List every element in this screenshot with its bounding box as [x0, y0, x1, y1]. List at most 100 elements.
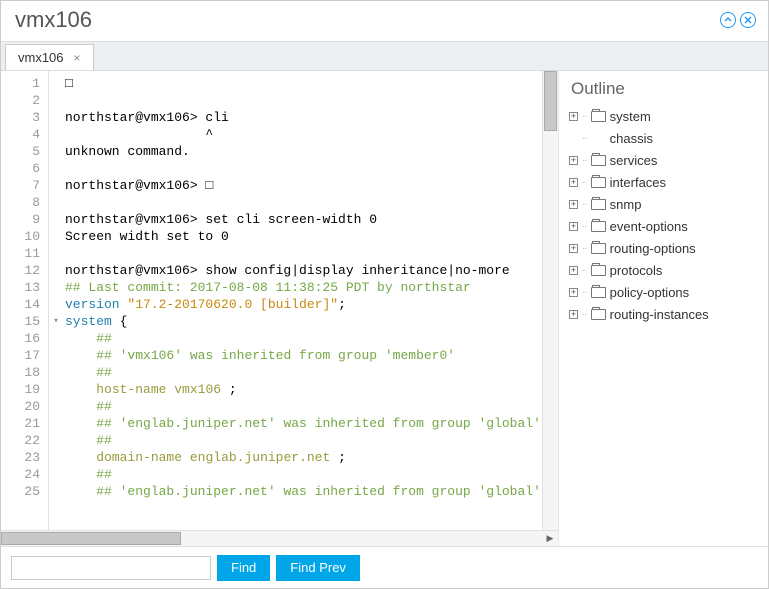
fold-marker: [49, 177, 63, 194]
code-line[interactable]: host-name vmx106 ;: [65, 381, 542, 398]
outline-item-system[interactable]: +··system: [569, 105, 760, 127]
fold-marker: [49, 143, 63, 160]
outline-item-chassis[interactable]: +··chassis: [569, 127, 760, 149]
fold-marker: [49, 398, 63, 415]
code-line[interactable]: version "17.2-20170620.0 [builder]";: [65, 296, 542, 313]
code-line[interactable]: ##: [65, 330, 542, 347]
code-line[interactable]: [65, 245, 542, 262]
outline-item-label: policy-options: [610, 285, 690, 300]
tree-connector: ··: [582, 221, 587, 232]
line-number: 17: [1, 347, 40, 364]
code-line[interactable]: ##: [65, 364, 542, 381]
fold-marker: [49, 364, 63, 381]
line-number: 19: [1, 381, 40, 398]
code-line[interactable]: [65, 160, 542, 177]
code-line[interactable]: northstar@vmx106> □: [65, 177, 542, 194]
expand-icon[interactable]: +: [569, 178, 578, 187]
tab-vmx106[interactable]: vmx106 ×: [5, 44, 94, 70]
code-line[interactable]: northstar@vmx106> cli: [65, 109, 542, 126]
expand-icon[interactable]: +: [569, 222, 578, 231]
vertical-scrollbar[interactable]: [542, 71, 558, 530]
folder-icon: [591, 155, 606, 166]
code-line[interactable]: □: [65, 75, 542, 92]
horizontal-scrollbar[interactable]: ▶: [1, 530, 558, 546]
fold-marker: [49, 211, 63, 228]
fold-marker: [49, 75, 63, 92]
scroll-right-icon[interactable]: ▶: [542, 531, 558, 546]
fold-marker: [49, 296, 63, 313]
code-line[interactable]: domain-name englab.juniper.net ;: [65, 449, 542, 466]
outline-title: Outline: [569, 77, 760, 105]
close-icon[interactable]: [740, 12, 756, 28]
expand-icon[interactable]: +: [569, 112, 578, 121]
line-number: 2: [1, 92, 40, 109]
code-line[interactable]: northstar@vmx106> show config|display in…: [65, 262, 542, 279]
outline-item-routing-options[interactable]: +··routing-options: [569, 237, 760, 259]
line-number: 10: [1, 228, 40, 245]
find-button[interactable]: Find: [217, 555, 270, 581]
expand-icon[interactable]: +: [569, 200, 578, 209]
line-number: 23: [1, 449, 40, 466]
folder-icon: [591, 177, 606, 188]
outline-item-protocols[interactable]: +··protocols: [569, 259, 760, 281]
fold-marker: [49, 228, 63, 245]
code-line[interactable]: Screen width set to 0: [65, 228, 542, 245]
code-line[interactable]: unknown command.: [65, 143, 542, 160]
code-line[interactable]: ##: [65, 466, 542, 483]
fold-marker: [49, 245, 63, 262]
horizontal-scrollbar-thumb[interactable]: [1, 532, 181, 545]
code-line[interactable]: system {: [65, 313, 542, 330]
folder-icon: [591, 287, 606, 298]
expand-icon[interactable]: +: [569, 244, 578, 253]
code-line[interactable]: ##: [65, 398, 542, 415]
line-number: 9: [1, 211, 40, 228]
expand-icon[interactable]: +: [569, 288, 578, 297]
tree-connector: ··: [582, 177, 587, 188]
find-prev-button[interactable]: Find Prev: [276, 555, 360, 581]
outline-item-interfaces[interactable]: +··interfaces: [569, 171, 760, 193]
code-content[interactable]: □ northstar@vmx106> cli ^unknown command.…: [63, 71, 542, 530]
code-line[interactable]: northstar@vmx106> set cli screen-width 0: [65, 211, 542, 228]
outline-item-label: chassis: [610, 131, 653, 146]
outline-panel: Outline +··system+··chassis+··services+·…: [558, 71, 768, 546]
folder-icon: [591, 309, 606, 320]
code-line[interactable]: ## Last commit: 2017-08-08 11:38:25 PDT …: [65, 279, 542, 296]
fold-marker: [49, 194, 63, 211]
code-line[interactable]: [65, 194, 542, 211]
folder-icon: [591, 243, 606, 254]
fold-marker: [49, 279, 63, 296]
outline-item-policy-options[interactable]: +··policy-options: [569, 281, 760, 303]
code-line[interactable]: [65, 92, 542, 109]
code-line[interactable]: ##: [65, 432, 542, 449]
line-gutter: 1234567891011121314151617181920212223242…: [1, 71, 49, 530]
outline-item-label: routing-instances: [610, 307, 709, 322]
code-line[interactable]: ## 'englab.juniper.net' was inherited fr…: [65, 483, 542, 500]
outline-item-services[interactable]: +··services: [569, 149, 760, 171]
outline-item-event-options[interactable]: +··event-options: [569, 215, 760, 237]
outline-item-snmp[interactable]: +··snmp: [569, 193, 760, 215]
outline-item-routing-instances[interactable]: +··routing-instances: [569, 303, 760, 325]
expand-icon[interactable]: +: [569, 156, 578, 165]
code-line[interactable]: ## 'englab.juniper.net' was inherited fr…: [65, 415, 542, 432]
minimize-icon[interactable]: [720, 12, 736, 28]
code-editor[interactable]: 1234567891011121314151617181920212223242…: [1, 71, 558, 530]
fold-marker[interactable]: ▾: [49, 313, 63, 330]
folder-icon: [591, 111, 606, 122]
window-title: vmx106: [15, 7, 720, 33]
tab-close-icon[interactable]: ×: [74, 51, 81, 65]
code-line[interactable]: ## 'vmx106' was inherited from group 'me…: [65, 347, 542, 364]
search-input[interactable]: [11, 556, 211, 580]
line-number: 24: [1, 466, 40, 483]
line-number: 14: [1, 296, 40, 313]
line-number: 13: [1, 279, 40, 296]
line-number: 11: [1, 245, 40, 262]
line-number: 6: [1, 160, 40, 177]
outline-item-label: snmp: [610, 197, 642, 212]
code-line[interactable]: ^: [65, 126, 542, 143]
fold-marker: [49, 160, 63, 177]
tabbar: vmx106 ×: [1, 41, 768, 71]
expand-icon[interactable]: +: [569, 266, 578, 275]
expand-icon[interactable]: +: [569, 310, 578, 319]
main-area: 1234567891011121314151617181920212223242…: [1, 71, 768, 546]
vertical-scrollbar-thumb[interactable]: [544, 71, 557, 131]
